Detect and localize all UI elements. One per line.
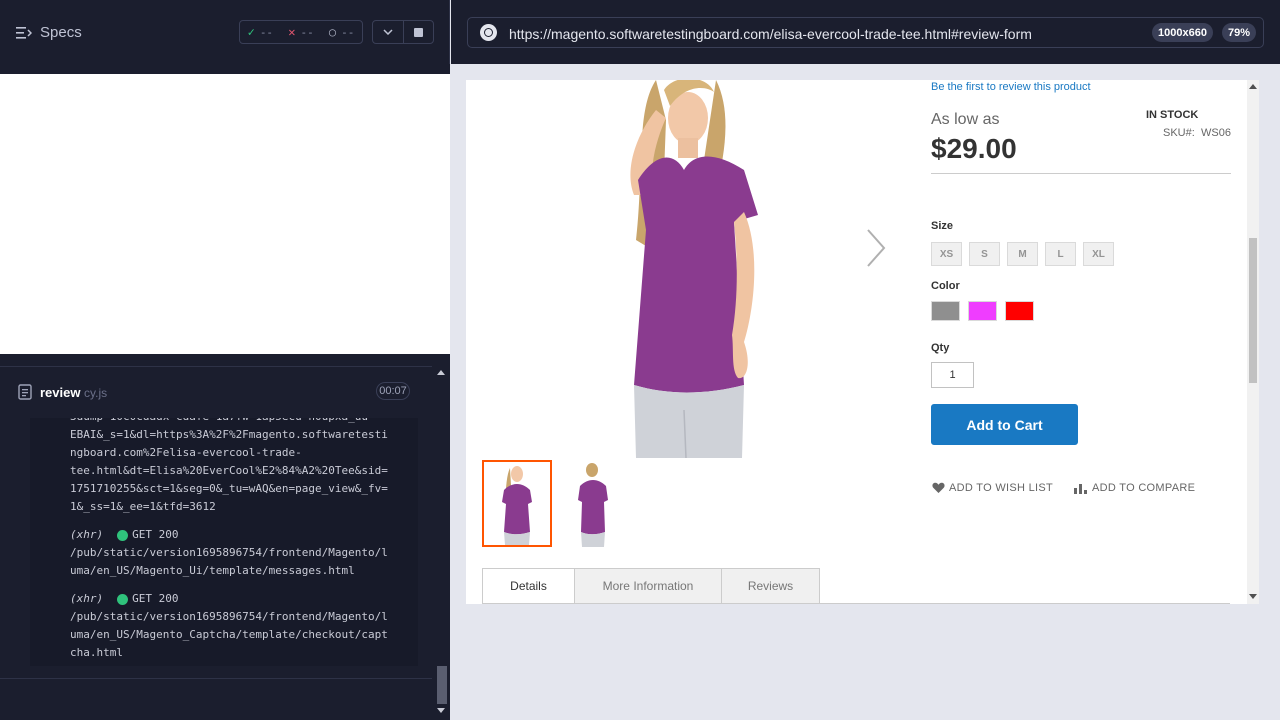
stock-status: IN STOCK [1146,109,1199,121]
review-link[interactable]: Be the first to review this product [931,81,1091,93]
pending-stat: ○ -- [328,25,355,39]
tab-more-information[interactable]: More Information [574,568,722,604]
size-option-m[interactable]: M [1007,242,1038,266]
specs-label: Specs [40,24,82,41]
url-bar[interactable]: https://magento.softwaretestingboard.com… [467,17,1264,48]
product-tabs: Details More Information Reviews [482,568,820,604]
bar-chart-icon [1074,483,1087,494]
scroll-down-arrow-icon[interactable] [1249,594,1257,599]
size-option-s[interactable]: S [969,242,1000,266]
thumbnail-back-image [578,463,608,547]
color-swatch-purple[interactable] [968,301,997,321]
sku-value: WS06 [1201,127,1231,139]
color-options [931,301,1034,321]
product-image[interactable] [566,80,806,458]
stop-button[interactable] [402,21,434,43]
aut-scrollbar[interactable] [1247,80,1259,604]
add-to-cart-button[interactable]: Add to Cart [931,404,1078,445]
product-thumbnail-back[interactable] [558,460,624,547]
scroll-up-arrow-icon[interactable] [1249,84,1257,89]
log-entry[interactable]: (xhr) GET 200 /pub/static/version1695896… [70,526,415,580]
collapse-button[interactable] [373,21,403,43]
tab-reviews[interactable]: Reviews [721,568,820,604]
size-option-xs[interactable]: XS [931,242,962,266]
color-swatch-red[interactable] [1005,301,1034,321]
sku-label: SKU#: [1163,127,1195,139]
size-options: XS S M L XL [931,242,1114,266]
product-thumbnail-front[interactable] [482,460,552,547]
scroll-thumb[interactable] [1249,238,1257,383]
scroll-thumb[interactable] [437,666,447,704]
runner-preview-area [0,74,450,354]
qty-label: Qty [931,342,950,354]
divider [931,173,1231,174]
heart-icon [932,482,945,493]
spec-extension: cy.js [84,386,108,400]
size-option-xl[interactable]: XL [1083,242,1114,266]
url-text[interactable]: https://magento.softwaretestingboard.com… [509,26,1032,42]
wish-list-label: ADD TO WISH LIST [949,482,1054,494]
command-log: 3dump=10c0cdadx-cdafe-1a7fw-1ap5ecu-h0up… [30,418,418,666]
command-log-scrollbar[interactable] [434,364,450,720]
size-label: Size [931,220,954,232]
color-swatch-gray[interactable] [931,301,960,321]
spec-name[interactable]: review [40,385,80,400]
product-price: $29.00 [931,133,1017,164]
passed-stat: ✓ -- [247,25,274,39]
qty-input[interactable]: 1 [931,362,974,388]
stop-icon [413,27,423,37]
menu-icon [16,26,32,39]
test-stats: ✓ -- ✕ -- ○ -- [239,20,363,44]
divider [482,603,1230,604]
command-log-panel: review cy.js 00:07 3dump=10c0cdadx-cdafe… [0,354,450,720]
runner-header: Specs ✓ -- ✕ -- ○ -- [0,0,450,64]
runner-controls [372,20,434,44]
failed-stat: ✕ -- [288,25,314,39]
pending-circle-icon: ○ [328,25,337,39]
add-to-wish-list-link[interactable]: ADD TO WISH LIST [932,482,1053,494]
app-under-test-frame: Be the first to review this product As l… [466,80,1259,604]
specs-toggle[interactable]: Specs [16,24,82,41]
viewport-size-badge[interactable]: 1000x660 [1152,23,1213,42]
status-dot-icon [117,529,129,541]
chevron-down-icon [383,29,393,35]
check-icon: ✓ [247,25,255,39]
size-option-l[interactable]: L [1045,242,1076,266]
runner-panel: Specs ✓-- ✕-- ○-- review cy.js 00:07 [0,0,450,720]
zoom-badge[interactable]: 79% [1222,23,1257,42]
thumbnail-front-image [502,466,532,545]
scroll-down-arrow-icon[interactable] [437,708,445,713]
document-icon [18,384,32,400]
status-dot-icon [117,593,129,605]
cross-icon: ✕ [288,25,296,39]
compare-label: ADD TO COMPARE [1092,482,1196,494]
log-continuation-text: 3dump=10c0cdadx-cdafe-1a7fw-1ap5ecu-h0up… [70,418,388,513]
chevron-right-icon[interactable] [864,228,888,268]
aut-header: https://magento.softwaretestingboard.com… [451,0,1280,64]
add-to-compare-link[interactable]: ADD TO COMPARE [1074,482,1195,494]
tab-details[interactable]: Details [482,568,575,604]
color-label: Color [931,280,960,292]
spec-duration: 00:07 [376,382,410,400]
globe-icon [480,24,497,41]
scroll-up-arrow-icon[interactable] [437,370,445,375]
price-label: As low as [931,111,1000,128]
divider [0,678,432,679]
log-entry[interactable]: (xhr) GET 200 /pub/static/version1695896… [70,590,415,662]
